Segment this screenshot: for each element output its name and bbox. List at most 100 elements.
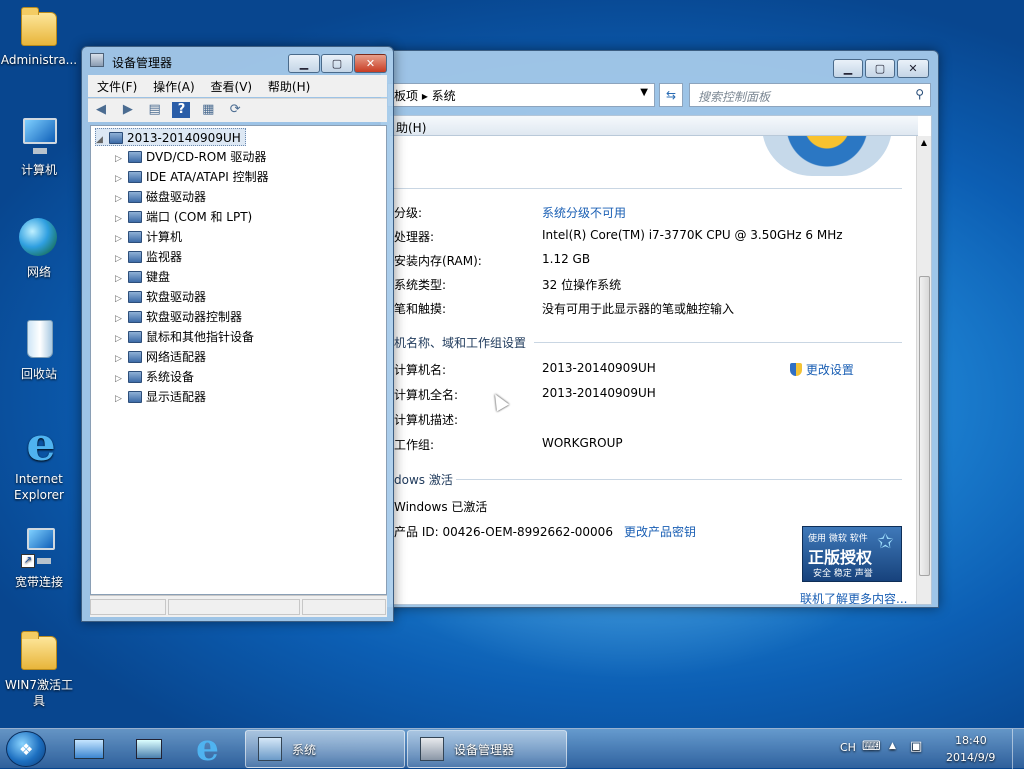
desktop-icon-ie[interactable]: e Internet Explorer [0, 421, 78, 503]
language-indicator[interactable]: CH [840, 741, 856, 754]
genuine-badge[interactable]: 使用 微软 软件 正版授权 安全 稳定 声誉 ✩ [802, 526, 902, 582]
minimize-button[interactable]: ▁ [288, 54, 320, 73]
expand-icon[interactable]: ▷ [115, 150, 124, 168]
pinned-network[interactable] [122, 731, 176, 767]
menu-help[interactable]: 助(H) [396, 121, 426, 135]
address-bar[interactable]: 板项 ▸ 系统 ▼ [387, 83, 655, 107]
device-icon [128, 291, 142, 303]
device-category[interactable]: ▷ 软盘驱动器控制器 [115, 308, 242, 326]
device-category[interactable]: ▷ 计算机 [115, 228, 182, 246]
learn-more-link[interactable]: 联机了解更多内容... [800, 590, 907, 604]
menu-action[interactable]: 操作(A) [153, 80, 195, 94]
expand-icon[interactable]: ▷ [115, 370, 124, 388]
pinned-explorer[interactable] [62, 731, 116, 767]
ram-value: 1.12 GB [542, 252, 591, 266]
expand-icon[interactable]: ▷ [115, 330, 124, 348]
device-category[interactable]: ▷ IDE ATA/ATAPI 控制器 [115, 168, 269, 186]
expand-icon[interactable]: ▷ [115, 230, 124, 248]
menu-view[interactable]: 查看(V) [211, 80, 253, 94]
back-icon[interactable]: ◀ [92, 102, 110, 118]
task-label: 设备管理器 [454, 743, 515, 757]
desktop-icon-label: Administra... [0, 53, 78, 67]
close-button[interactable]: ✕ [897, 59, 929, 78]
forward-icon[interactable]: ▶ [119, 102, 137, 118]
system-scroll-area: 分级: 系统分级不可用 处理器: Intel(R) Core(TM) i7-37… [390, 136, 918, 604]
device-manager-icon [90, 53, 104, 67]
device-category[interactable]: ▷ 磁盘驱动器 [115, 188, 206, 206]
expand-icon[interactable]: ▷ [115, 290, 124, 308]
properties-icon[interactable]: ▤ [146, 102, 164, 118]
device-category[interactable]: ▷ 鼠标和其他指针设备 [115, 328, 254, 346]
device-category-label: 计算机 [146, 230, 183, 244]
close-button[interactable]: ✕ [354, 54, 387, 73]
device-category[interactable]: ▷ DVD/CD-ROM 驱动器 [115, 148, 266, 166]
device-category[interactable]: ▷ 网络适配器 [115, 348, 206, 366]
clock-time[interactable]: 18:40 [955, 734, 987, 747]
device-category[interactable]: ▷ 监视器 [115, 248, 182, 266]
expand-icon[interactable]: ▷ [115, 190, 124, 208]
search-icon[interactable]: ⚲ [915, 87, 924, 101]
activation-section-title: dows 激活 [394, 473, 453, 487]
device-icon [128, 331, 142, 343]
device-category[interactable]: ▷ 显示适配器 [115, 388, 206, 406]
show-hidden-icons[interactable]: ▲ [889, 741, 896, 751]
show-desktop-button[interactable] [1012, 729, 1024, 769]
device-category[interactable]: ▷ 端口 (COM 和 LPT) [115, 208, 252, 226]
device-category[interactable]: ▷ 系统设备 [115, 368, 194, 386]
device-category-label: 鼠标和其他指针设备 [146, 330, 255, 344]
shield-icon [790, 363, 802, 376]
computer-icon [109, 132, 123, 144]
keyboard-icon[interactable]: ⌨ [862, 739, 881, 754]
tree-root[interactable]: ◢ 2013-20140909UH [95, 128, 246, 146]
expand-icon[interactable]: ▷ [115, 250, 124, 268]
network-status-icon[interactable]: ▣ [910, 739, 922, 754]
desktop-icon-network[interactable]: 网络 [0, 216, 78, 280]
desktop-icon-recycle-bin[interactable]: 回收站 [0, 318, 78, 382]
desktop-icon-administrator[interactable]: Administra... [0, 6, 78, 67]
help-icon[interactable]: ? [172, 102, 191, 118]
clock-date[interactable]: 2014/9/9 [946, 751, 995, 764]
refresh-icon[interactable]: ⇆ [659, 83, 683, 107]
expand-icon[interactable]: ▷ [115, 170, 124, 188]
expand-icon[interactable]: ▷ [115, 350, 124, 368]
change-product-key-link[interactable]: 更改产品密钥 [624, 523, 696, 540]
task-device-manager[interactable]: 设备管理器 [407, 730, 567, 768]
scrollbar-thumb[interactable] [919, 276, 930, 576]
menu-file[interactable]: 文件(F) [97, 80, 137, 94]
desktop-icon-computer[interactable]: 计算机 [0, 114, 78, 178]
device-category-label: 显示适配器 [146, 390, 207, 404]
pinned-ie[interactable]: e [182, 727, 236, 769]
menu-bar: 文件(F) 操作(A) 查看(V) 帮助(H) [88, 75, 387, 97]
expand-icon[interactable]: ▷ [115, 390, 124, 408]
breadcrumb: 板项 ▸ 系统 [394, 89, 456, 103]
device-manager-window: 设备管理器 ▁ ▢ ✕ 文件(F) 操作(A) 查看(V) 帮助(H) ◀ ▶ … [81, 46, 394, 622]
device-category[interactable]: ▷ 键盘 [115, 268, 170, 286]
scroll-up-icon[interactable]: ▲ [917, 138, 931, 147]
desktop-icon-broadband[interactable]: ↗ 宽带连接 [0, 526, 78, 590]
device-icon [128, 191, 142, 203]
vertical-scrollbar[interactable]: ▲ [916, 136, 931, 604]
ram-label: 安装内存(RAM): [394, 254, 482, 268]
badge-top: 使用 微软 软件 [808, 534, 868, 544]
expand-icon[interactable]: ▷ [115, 310, 124, 328]
maximize-button[interactable]: ▢ [865, 59, 895, 78]
device-icon [128, 211, 142, 223]
scan-hardware-icon[interactable]: ⟳ [226, 102, 244, 118]
view-icon[interactable]: ▦ [199, 102, 217, 118]
expand-icon[interactable]: ▷ [115, 210, 124, 228]
rating-value-link[interactable]: 系统分级不可用 [542, 204, 626, 221]
computer-section-title: 机名称、域和工作组设置 [394, 336, 527, 350]
chevron-down-icon[interactable]: ▼ [640, 87, 648, 98]
change-settings-link[interactable]: 更改设置 [790, 361, 854, 378]
expand-icon[interactable]: ▷ [115, 270, 124, 288]
computer-name-value: 2013-20140909UH [542, 361, 656, 375]
task-system[interactable]: 系统 [245, 730, 405, 768]
menu-help[interactable]: 帮助(H) [268, 80, 310, 94]
device-category[interactable]: ▷ 软盘驱动器 [115, 288, 206, 306]
desktop-icon-win7-activator[interactable]: WIN7激活工具 [0, 630, 78, 709]
search-input[interactable]: 搜索控制面板 ⚲ [689, 83, 931, 107]
maximize-button[interactable]: ▢ [321, 54, 353, 73]
start-button[interactable]: ❖ [6, 731, 46, 767]
taskbar: ❖ e 系统 设备管理器 CH ⌨ ▲ ▣ 18:40 2014/9/9 [0, 727, 1024, 769]
minimize-button[interactable]: ▁ [833, 59, 863, 78]
